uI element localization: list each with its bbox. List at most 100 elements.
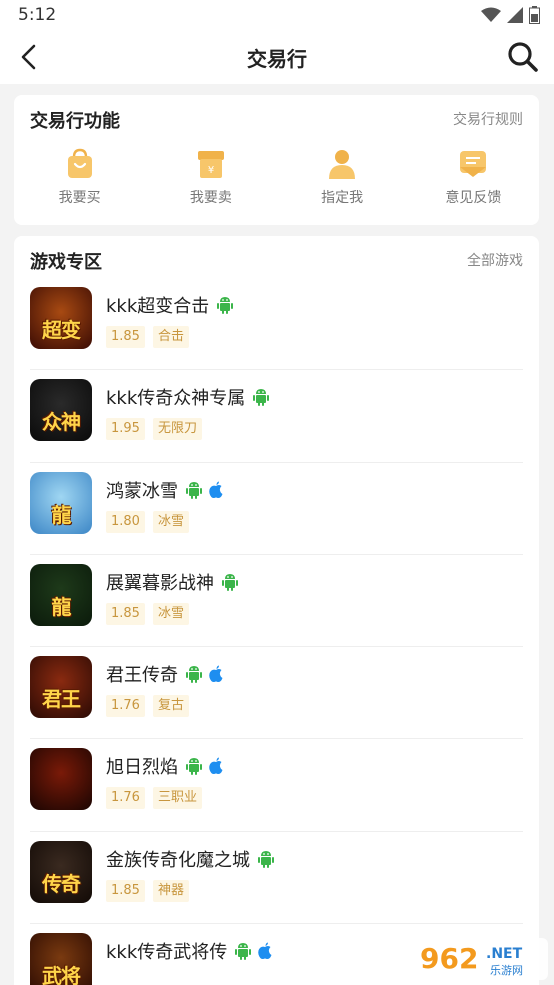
game-name-line: kkk传奇众神专属: [106, 384, 270, 410]
apple-icon: [209, 481, 223, 498]
android-icon: [186, 666, 202, 684]
game-row[interactable]: 龍 展翼暮影战神 1.85 冰雪: [30, 555, 523, 648]
game-row[interactable]: 超变 kkk超变合击 1.85 合击: [30, 278, 523, 371]
game-name: 君王传奇: [106, 665, 178, 687]
android-icon: [186, 758, 202, 776]
game-tags: 1.85 合击: [106, 326, 189, 348]
game-thumbnail: 君王: [30, 656, 92, 719]
game-name-line: kkk传奇武将传: [106, 938, 273, 964]
version-tag: 1.80: [106, 510, 145, 533]
game-name-line: 金族传奇化魔之城: [106, 846, 274, 872]
game-tags: 1.76 三职业: [106, 787, 202, 810]
trade-rules-link[interactable]: 交易行规则: [453, 109, 523, 129]
game-name-line: kkk超变合击: [106, 292, 234, 318]
status-time: 5:12: [18, 5, 57, 25]
all-games-link[interactable]: 全部游戏: [467, 250, 523, 270]
game-thumbnail-text: 超变: [42, 318, 81, 342]
shopping-bag-icon: [67, 148, 92, 178]
game-row[interactable]: 君王 君王传奇 1.76 复古: [30, 647, 523, 740]
genre-tag: 神器: [152, 879, 189, 902]
game-name: kkk传奇众神专属: [106, 388, 246, 410]
game-tags: 1.85 冰雪: [106, 602, 189, 625]
apple-icon: [209, 665, 223, 683]
game-thumbnail-text: 君王: [42, 687, 81, 712]
status-bar: 5:12: [0, 0, 554, 30]
buy-button[interactable]: 我要买: [14, 147, 145, 207]
game-thumbnail-text: 龍: [51, 594, 72, 619]
search-icon[interactable]: [506, 40, 540, 74]
game-zone-title: 游戏专区: [30, 252, 102, 273]
version-tag: 1.85: [106, 326, 145, 348]
genre-tag: 冰雪: [152, 602, 189, 625]
game-row[interactable]: 众神 kkk传奇众神专属 1.95 无限刀: [30, 370, 523, 463]
android-icon: [222, 573, 238, 591]
android-icon: [253, 389, 270, 407]
game-thumbnail-text: 传奇: [42, 871, 81, 896]
feedback-label: 意见反馈: [445, 190, 502, 206]
game-name: 旭日烈焰: [106, 757, 178, 779]
game-name: 鸿蒙冰雪: [106, 480, 178, 502]
game-tags: 1.85 神器: [106, 879, 189, 902]
platform-icons: [222, 573, 238, 591]
battery-icon: [529, 6, 540, 24]
game-thumbnail: 超变: [30, 287, 92, 349]
android-icon: [235, 943, 252, 961]
game-list: 超变 kkk超变合击 1.85 合击 众神 kkk传奇众神专属 1.95 无限刀龍 鸿蒙冰雪 1.…: [30, 278, 523, 985]
genre-tag: 无限刀: [152, 418, 202, 441]
game-thumbnail: 龍: [30, 471, 92, 534]
version-tag: 1.76: [106, 695, 145, 718]
game-name: 展翼暮影战神: [106, 572, 214, 594]
platform-icons: [217, 296, 234, 314]
game-row[interactable]: 旭日烈焰 1.76 三职业: [30, 739, 523, 832]
page-title: 交易行: [247, 47, 307, 71]
game-thumbnail-text: 武将: [42, 964, 81, 985]
game-name-line: 鸿蒙冰雪: [106, 477, 224, 503]
feedback-button[interactable]: 意见反馈: [408, 147, 539, 207]
platform-icons: [186, 481, 224, 499]
android-icon: [186, 481, 202, 499]
game-thumbnail: 众神: [30, 379, 92, 442]
platform-icons: [253, 388, 270, 407]
game-name-line: 展翼暮影战神: [106, 569, 238, 595]
signal-icon: [507, 7, 523, 23]
apple-icon: [209, 757, 223, 775]
game-thumbnail: 武将: [30, 933, 92, 985]
game-thumbnail: 龍: [30, 563, 92, 626]
sell-label: 我要卖: [189, 190, 232, 206]
svg-text:乐游网: 乐游网: [490, 964, 523, 977]
version-tag: 1.85: [106, 602, 145, 625]
version-tag: 1.95: [106, 418, 145, 441]
game-thumbnail-text: 众神: [42, 410, 81, 435]
game-zone-card: 游戏专区 全部游戏 超变 kkk超变合击 1.85 合击众神 kkk传奇众神专属 1.95…: [14, 236, 539, 985]
designate-me-button[interactable]: 指定我: [277, 147, 408, 207]
wifi-icon: [481, 7, 501, 22]
nav-bar: 交易行: [0, 30, 554, 84]
buy-label: 我要买: [58, 190, 101, 206]
game-tags: 1.76 复古: [106, 695, 189, 718]
android-icon: [217, 297, 234, 314]
game-row[interactable]: 龍 鸿蒙冰雪 1.80 冰雪: [30, 463, 523, 555]
android-icon: [258, 850, 274, 868]
game-row[interactable]: 传奇 金族传奇化魔之城 1.85 神器: [30, 832, 523, 925]
genre-tag: 冰雪: [152, 510, 189, 533]
game-tags: 1.80 冰雪: [106, 510, 189, 533]
game-thumbnail: [30, 748, 92, 811]
game-name: kkk传奇武将传: [106, 942, 228, 964]
designate-me-label: 指定我: [321, 190, 364, 206]
svg-text:¥: ¥: [208, 165, 214, 176]
version-tag: 1.76: [106, 787, 145, 810]
version-tag: 1.85: [106, 879, 145, 902]
status-icons: [481, 6, 540, 24]
watermark-logo: 962 .NET 乐游网: [414, 938, 548, 980]
game-name: 金族传奇化魔之城: [106, 849, 250, 871]
apple-icon: [258, 942, 272, 960]
functions-title: 交易行功能: [30, 111, 120, 132]
platform-icons: [186, 665, 224, 684]
genre-tag: 三职业: [152, 787, 202, 810]
genre-tag: 合击: [152, 326, 189, 348]
platform-icons: [235, 942, 273, 961]
game-name: kkk超变合击: [106, 296, 210, 317]
person-icon: [329, 150, 356, 179]
sell-button[interactable]: ¥ 我要卖: [145, 147, 276, 207]
platform-icons: [258, 850, 274, 868]
